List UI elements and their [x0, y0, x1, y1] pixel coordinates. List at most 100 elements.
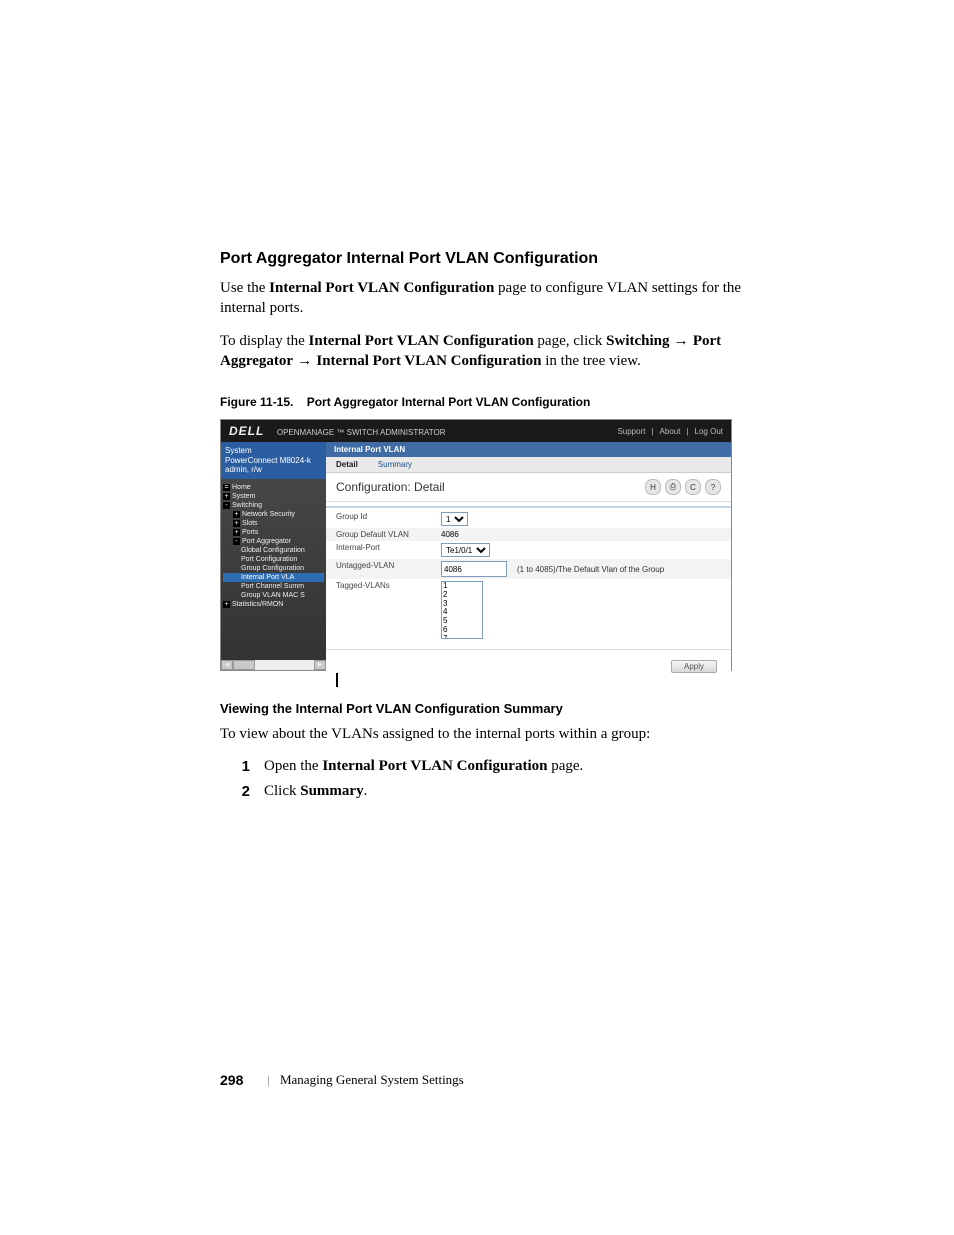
tab-detail[interactable]: Detail [326, 457, 368, 472]
nav-home[interactable]: =Home [223, 483, 324, 492]
nav-step: Switching [606, 333, 669, 349]
config-form: Group Id 1 Group Default VLAN 4086 Inter… [326, 502, 731, 697]
nav-internal-port-vlan[interactable]: Internal Port VLA [223, 573, 324, 582]
nav-statistics-rmon[interactable]: +Statistics/RMON [223, 600, 324, 609]
step-number: 2 [220, 781, 250, 802]
step-2: 2 Click Summary. [220, 781, 754, 802]
arrow-icon: → [293, 352, 316, 369]
nav-port-channel-summary[interactable]: Port Channel Summ [223, 582, 324, 591]
nav-switching[interactable]: -Switching [223, 501, 324, 510]
list-item[interactable]: 3 [443, 600, 481, 609]
page-name: Internal Port VLAN Configuration [322, 758, 547, 774]
nav-port-aggregator[interactable]: -Port Aggregator [223, 537, 324, 546]
group-id-label: Group Id [336, 512, 441, 521]
nav-tree: =Home +System -Switching +Network Securi… [221, 479, 326, 609]
step-1: 1 Open the Internal Port VLAN Configurat… [220, 756, 754, 777]
nav-slots[interactable]: +Slots [223, 519, 324, 528]
tab-summary[interactable]: Summary [368, 457, 422, 472]
list-item[interactable]: 1 [443, 582, 481, 591]
help-icon[interactable]: ? [705, 479, 721, 495]
internal-port-label: Internal-Port [336, 543, 441, 552]
scroll-right-button[interactable]: ▶ [314, 660, 326, 670]
scroll-left-button[interactable]: ◀ [221, 660, 233, 670]
group-id-select[interactable]: 1 [441, 512, 468, 526]
text: page, click [534, 333, 606, 349]
page-name: Internal Port VLAN Configuration [269, 280, 494, 296]
text: Use the [220, 280, 269, 296]
untagged-vlan-input[interactable] [441, 561, 507, 577]
expand-icon[interactable]: + [223, 493, 230, 500]
content-title-bar: Internal Port VLAN [326, 442, 731, 457]
footer-title: Managing General System Settings [280, 1072, 464, 1088]
nav-ports[interactable]: +Ports [223, 528, 324, 537]
nav-step: Internal Port VLAN Configuration [316, 353, 541, 369]
steps-list: 1 Open the Internal Port VLAN Configurat… [220, 756, 754, 802]
collapse-icon[interactable]: - [223, 502, 230, 509]
top-links: Support | About | Log Out [617, 427, 723, 436]
nav-port-config[interactable]: Port Configuration [223, 555, 324, 564]
untagged-vlan-label: Untagged-VLAN [336, 561, 441, 570]
text-cursor [336, 673, 338, 687]
scroll-thumb[interactable] [233, 660, 255, 670]
nav-group-config[interactable]: Group Configuration [223, 564, 324, 573]
text: . [364, 783, 368, 799]
nav-sidebar: System PowerConnect M8024-k admin, r/w =… [221, 442, 326, 670]
internal-port-select[interactable]: Te1/0/1 [441, 543, 490, 557]
footer-separator: | [267, 1072, 270, 1088]
apply-button[interactable]: Apply [671, 660, 717, 673]
figure-caption: Figure 11-15. Port Aggregator Internal P… [220, 395, 754, 409]
expand-icon[interactable]: + [233, 520, 240, 527]
nav-system-node[interactable]: +System [223, 492, 324, 501]
figure-label: Figure 11-15. [220, 395, 293, 409]
nav-global-config[interactable]: Global Configuration [223, 546, 324, 555]
nav-label: System [232, 493, 255, 500]
tree-icon: = [223, 484, 230, 491]
text: in the tree view. [542, 353, 641, 369]
list-item[interactable]: 5 [443, 617, 481, 626]
separator: | [651, 427, 653, 436]
list-item[interactable]: 4 [443, 608, 481, 617]
group-default-vlan-value: 4086 [441, 530, 459, 539]
group-default-vlan-label: Group Default VLAN [336, 530, 441, 539]
list-item[interactable]: 6 [443, 626, 481, 635]
step-number: 1 [220, 756, 250, 777]
expand-icon[interactable]: + [233, 529, 240, 536]
panel-icons: H ⎙ C ? [645, 479, 721, 495]
tagged-vlans-listbox[interactable]: 1 2 3 4 5 6 7 [441, 581, 483, 639]
horizontal-scrollbar[interactable]: ◀ ▶ [221, 660, 326, 670]
expand-icon[interactable]: + [233, 511, 240, 518]
content-area: Internal Port VLAN Detail Summary Config… [326, 442, 731, 670]
support-link[interactable]: Support [617, 427, 645, 436]
expand-icon[interactable]: + [223, 601, 230, 608]
nav-label: Port Aggregator [242, 538, 291, 545]
page-footer: 298 | Managing General System Settings [220, 1072, 754, 1088]
collapse-icon[interactable]: - [233, 538, 240, 545]
nav-label: Slots [242, 520, 258, 527]
nav-network-security[interactable]: +Network Security [223, 510, 324, 519]
nav-device: PowerConnect M8024-k [225, 456, 322, 466]
scroll-track[interactable] [233, 660, 314, 670]
save-icon[interactable]: H [645, 479, 661, 495]
refresh-icon[interactable]: C [685, 479, 701, 495]
section-heading: Port Aggregator Internal Port VLAN Confi… [220, 250, 754, 268]
separator: | [686, 427, 688, 436]
nav-label: Home [232, 484, 251, 491]
text: To display the [220, 333, 309, 349]
page-name: Internal Port VLAN Configuration [309, 333, 534, 349]
nav-label: Statistics/RMON [232, 601, 283, 608]
paragraph-navigation: To display the Internal Port VLAN Config… [220, 331, 754, 372]
list-item[interactable]: 7 [443, 635, 481, 639]
list-item[interactable]: 2 [443, 591, 481, 600]
nav-group-vlan-mac[interactable]: Group VLAN MAC S [223, 591, 324, 600]
nav-header: System PowerConnect M8024-k admin, r/w [221, 442, 326, 479]
nav-system: System [225, 446, 322, 456]
nav-label: Switching [232, 502, 262, 509]
tagged-vlans-label: Tagged-VLANs [336, 581, 441, 590]
figure-title: Port Aggregator Internal Port VLAN Confi… [307, 395, 591, 409]
brand-logo: DELL [229, 424, 264, 438]
print-icon[interactable]: ⎙ [665, 479, 681, 495]
paragraph-use: Use the Internal Port VLAN Configuration… [220, 278, 754, 319]
about-link[interactable]: About [660, 427, 681, 436]
logout-link[interactable]: Log Out [695, 427, 723, 436]
nav-label: Ports [242, 529, 258, 536]
